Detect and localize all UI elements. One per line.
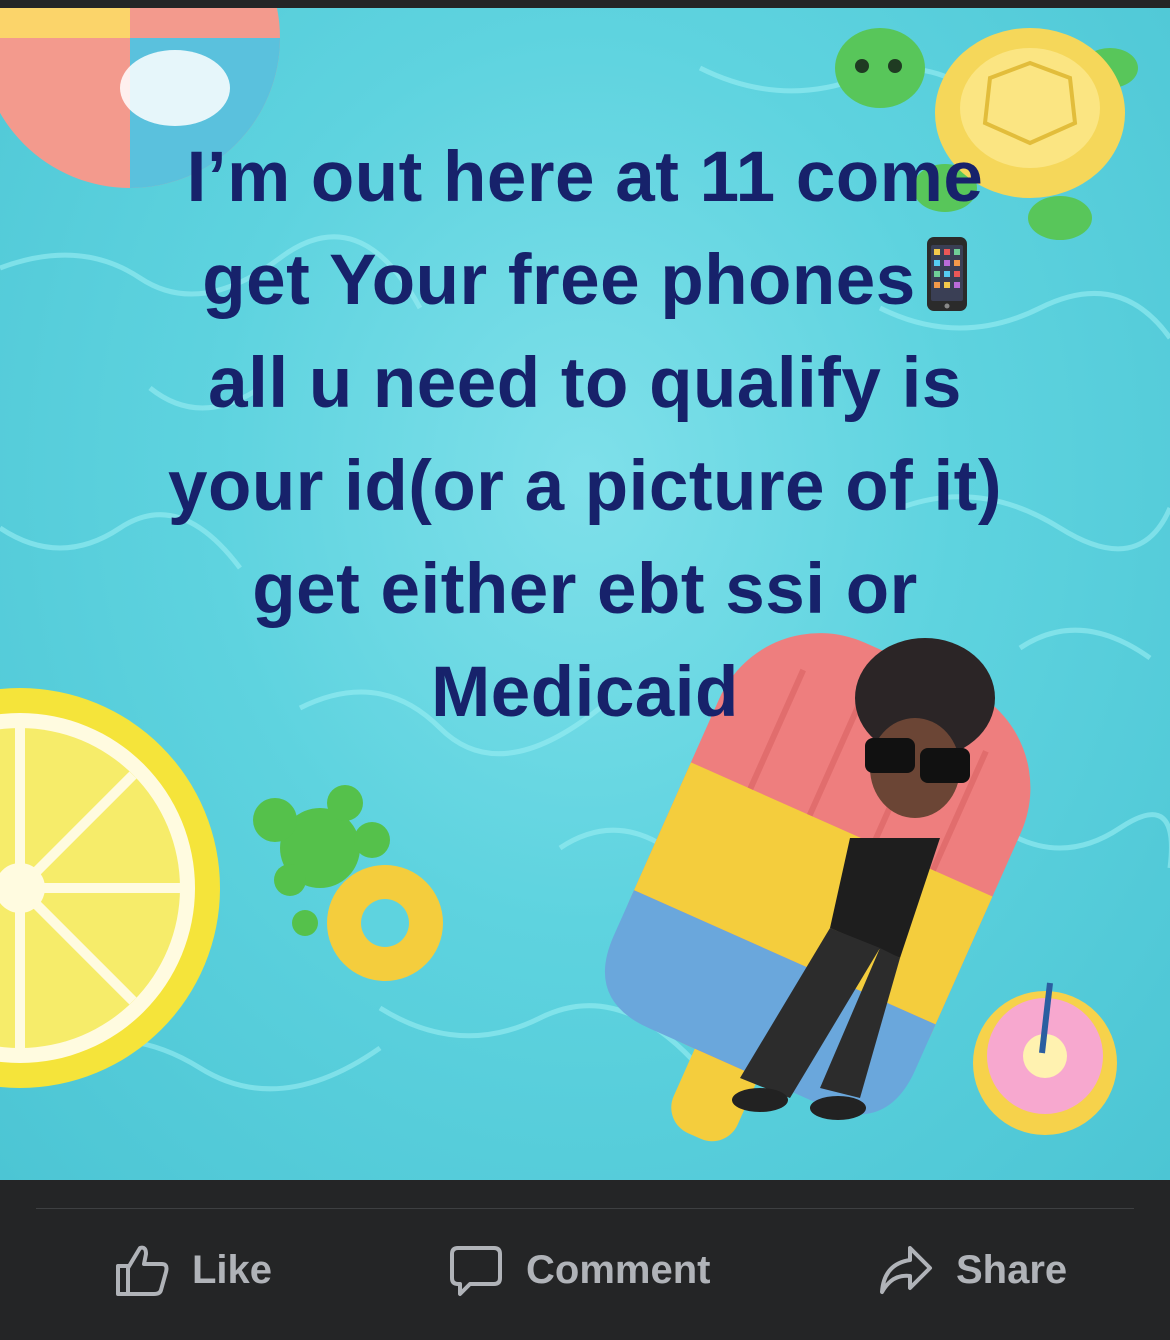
lemon-float [0, 688, 220, 1088]
caption-line-2: get Your free phones [60, 229, 1110, 332]
caption-line-2-text: get Your free phones [202, 241, 916, 320]
caption-line-6: Medicaid [431, 653, 739, 732]
donut-float [973, 982, 1117, 1135]
action-bar-divider [36, 1208, 1134, 1209]
thumbs-up-icon [116, 1245, 169, 1296]
post-caption: I’m out here at 11 come get Your free ph… [60, 126, 1110, 744]
like-label: Like [192, 1247, 273, 1292]
caption-line-1: I’m out here at 11 come [186, 138, 984, 217]
caption-line-5: get either ebt ssi or [252, 550, 918, 629]
speech-bubble-icon [450, 1246, 502, 1296]
share-button[interactable]: Share [878, 1235, 1067, 1305]
share-arrow-icon [880, 1246, 932, 1294]
comment-label: Comment [526, 1247, 711, 1292]
caption-line-3: all u need to qualify is [208, 344, 962, 423]
share-label: Share [956, 1247, 1068, 1292]
like-button[interactable]: Like [114, 1235, 272, 1305]
top-strip [0, 0, 1170, 8]
post-background[interactable]: I’m out here at 11 come get Your free ph… [0, 8, 1170, 1180]
small-ring [327, 865, 443, 981]
comment-button[interactable]: Comment [448, 1235, 710, 1305]
caption-line-4: your id(or a picture of it) [168, 447, 1002, 526]
mobile-phone-emoji [926, 237, 967, 311]
post-action-bar: Like Comment Share [0, 1180, 1170, 1340]
